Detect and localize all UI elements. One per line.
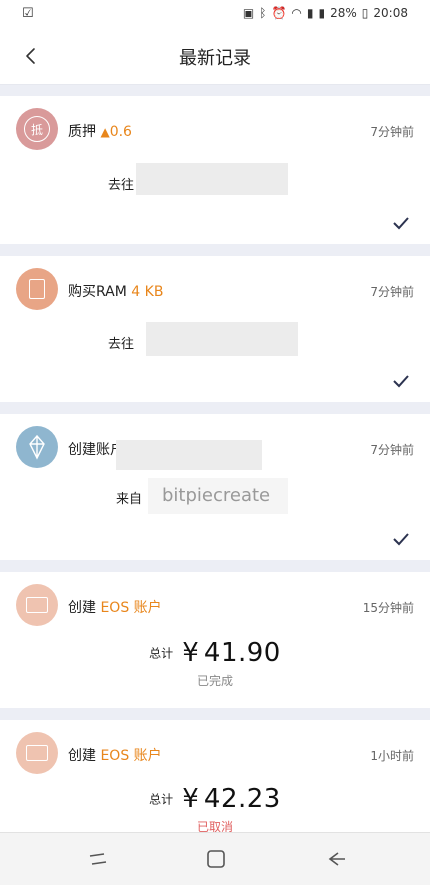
record-token: EOS 账户 (100, 600, 162, 616)
page-title: 最新记录 (179, 48, 251, 69)
task-icon: ☑ (22, 6, 34, 21)
status-label: 已完成 (196, 674, 233, 688)
record-card-ram[interactable]: 购买RAM 4 KB 7分钟前 去往 (0, 256, 430, 402)
row-label: 来自 (116, 492, 143, 507)
total-label: 总计 (149, 792, 174, 807)
source-account: bitpiecreate (162, 485, 271, 506)
card-icon (16, 584, 58, 626)
checkmark-icon (393, 375, 409, 388)
eos-token-icon: ▲ (100, 125, 110, 139)
record-title: 购买RAM 4 KB (68, 281, 163, 301)
record-title: 创建 EOS 账户 (68, 597, 162, 617)
home-icon[interactable] (204, 847, 228, 871)
checkmark-icon (393, 217, 409, 230)
record-action: 创建 (68, 600, 96, 616)
eos-logo-icon (16, 426, 58, 468)
record-card-stake[interactable]: 抵 质押 ▲0.6 7分钟前 去往 (0, 96, 430, 244)
row-label: 去往 (108, 178, 135, 193)
system-nav-bar (0, 832, 430, 885)
top-navbar: 最新记录 (0, 28, 430, 85)
record-time: 7分钟前 (370, 443, 414, 457)
total-amount: 41.90 (203, 638, 281, 668)
record-title: 质押 ▲0.6 (68, 121, 132, 141)
record-amount: 4 KB (131, 284, 164, 300)
recent-apps-icon[interactable] (86, 847, 110, 871)
wifi-icon: ◠ (291, 6, 302, 20)
record-action: 创建 (68, 748, 96, 764)
card-icon (16, 732, 58, 774)
battery-percentage: 28% (330, 6, 357, 20)
record-time: 15分钟前 (362, 601, 414, 615)
currency-symbol: ¥ (182, 784, 199, 814)
status-icons: ▣ ᛒ ⏰ ◠ ▮ ▮ 28% ▯ 20:08 (243, 6, 408, 20)
checkmark-icon (393, 533, 409, 546)
record-amount: 0.6 (109, 124, 132, 140)
record-action: 购买RAM (68, 284, 127, 300)
bluetooth-icon: ᛒ (259, 6, 267, 20)
record-total: 总计 ¥ 42.23 (0, 784, 430, 814)
alarm-icon: ⏰ (271, 6, 287, 20)
signal-icon: ▮ (306, 6, 314, 20)
eos-logo-shape (29, 434, 45, 460)
row-label: 去往 (108, 337, 135, 352)
stake-icon: 抵 (16, 108, 58, 150)
signal-icon-2: ▮ (318, 6, 326, 20)
back-nav-icon[interactable] (324, 847, 348, 871)
record-card-create-eos-account-2[interactable]: 创建 EOS 账户 1小时前 总计 ¥ 42.23 已取消 (0, 720, 430, 834)
record-time: 1小时前 (370, 749, 414, 763)
record-action: 质押 (68, 124, 96, 140)
total-label: 总计 (149, 646, 174, 661)
clock: 20:08 (373, 6, 408, 20)
record-title: 创建 EOS 账户 (68, 745, 162, 765)
currency-symbol: ¥ (182, 638, 199, 668)
ram-chip-icon (16, 268, 58, 310)
record-card-create-eos-account[interactable]: 创建 EOS 账户 15分钟前 总计 ¥ 41.90 已完成 (0, 572, 430, 708)
battery-icon: ▯ (361, 6, 369, 20)
redacted-address (146, 322, 298, 356)
redacted-account-name (116, 440, 262, 470)
record-token: EOS 账户 (100, 748, 162, 764)
total-amount: 42.23 (203, 784, 281, 814)
record-total: 总计 ¥ 41.90 (0, 638, 430, 668)
record-card-create-account[interactable]: 创建账户 7分钟前 来自 bitpiecreate (0, 414, 430, 560)
status-bar: ☑ ▣ ᛒ ⏰ ◠ ▮ ▮ 28% ▯ 20:08 (0, 0, 430, 28)
notification-icon: ▣ (242, 6, 255, 20)
record-time: 7分钟前 (370, 285, 414, 299)
record-time: 7分钟前 (370, 125, 414, 139)
redacted-address (136, 163, 288, 195)
